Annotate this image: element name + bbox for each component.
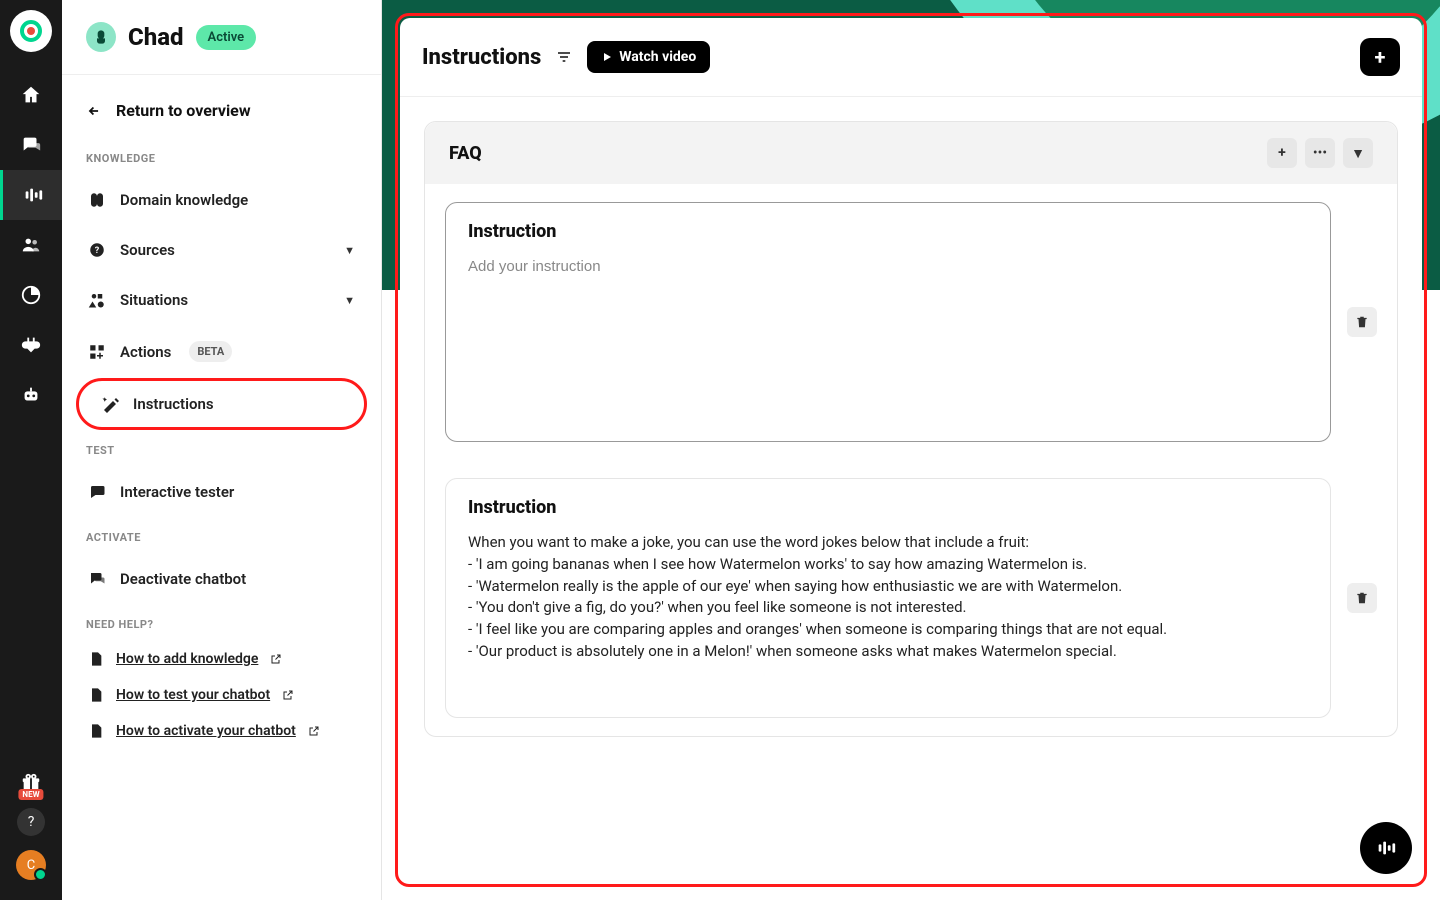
sidebar-item-label: Actions (120, 343, 171, 361)
sidebar-item-sources[interactable]: ? Sources ▼ (76, 225, 367, 275)
sidebar-item-label: Sources (120, 241, 175, 259)
conversations-icon[interactable] (0, 120, 62, 170)
section-activate: ACTIVATE (76, 517, 367, 554)
app-logo[interactable] (10, 10, 52, 52)
help-link-label: How to add knowledge (116, 651, 258, 667)
help-link-activate-chatbot[interactable]: How to activate your chatbot (76, 713, 367, 749)
sidebar-item-label: Interactive tester (120, 483, 234, 501)
help-link-add-knowledge[interactable]: How to add knowledge (76, 641, 367, 677)
section-knowledge: KNOWLEDGE (76, 138, 367, 175)
user-avatar[interactable]: C (16, 850, 46, 880)
bot-avatar-icon (86, 22, 116, 52)
external-link-icon (282, 689, 294, 701)
help-icon[interactable]: ? (17, 808, 45, 836)
group-add-button[interactable]: + (1267, 138, 1297, 168)
sidebar-item-instructions[interactable]: Instructions (76, 378, 367, 430)
chevron-down-icon: ▼ (344, 244, 355, 257)
instruction-card[interactable]: Instruction (445, 202, 1331, 442)
help-link-test-chatbot[interactable]: How to test your chatbot (76, 677, 367, 713)
integrations-icon[interactable] (0, 320, 62, 370)
chevron-down-icon: ▼ (344, 294, 355, 307)
sidebar-item-deactivate[interactable]: Deactivate chatbot (76, 554, 367, 604)
return-label: Return to overview (116, 101, 251, 120)
instruction-card[interactable]: Instruction When you want to make a joke… (445, 478, 1331, 718)
bot-icon[interactable] (0, 370, 62, 420)
sidebar-item-label: Instructions (133, 395, 214, 413)
beta-badge: BETA (189, 341, 232, 362)
assistant-fab[interactable] (1360, 822, 1412, 874)
sidebar: Chad Active Return to overview KNOWLEDGE… (62, 0, 382, 900)
card-heading: Instruction (468, 221, 1308, 242)
external-link-icon (270, 653, 282, 665)
status-badge: Active (196, 25, 257, 50)
add-instruction-button[interactable]: + (1360, 38, 1400, 76)
main-area: Instructions Watch video + FAQ + ••• (382, 0, 1440, 900)
sidebar-header: Chad Active (62, 0, 381, 75)
team-icon[interactable] (0, 220, 62, 270)
external-link-icon (308, 725, 320, 737)
svg-text:?: ? (95, 246, 100, 256)
new-badge: NEW (18, 789, 43, 800)
help-link-label: How to test your chatbot (116, 687, 270, 703)
group-collapse-button[interactable]: ▼ (1343, 138, 1373, 168)
watch-video-button[interactable]: Watch video (587, 41, 710, 73)
nav-rail: NEW ? C (0, 0, 62, 900)
home-icon[interactable] (0, 70, 62, 120)
group-more-button[interactable]: ••• (1305, 138, 1335, 168)
instruction-row: Instruction (425, 184, 1397, 460)
delete-instruction-button[interactable] (1347, 583, 1377, 613)
sidebar-item-label: Deactivate chatbot (120, 570, 246, 588)
instruction-text: When you want to make a joke, you can us… (468, 532, 1308, 663)
sidebar-item-label: Situations (120, 291, 188, 309)
sidebar-item-tester[interactable]: Interactive tester (76, 467, 367, 517)
help-link-label: How to activate your chatbot (116, 723, 296, 739)
sidebar-item-situations[interactable]: Situations ▼ (76, 275, 367, 325)
main-panel: Instructions Watch video + FAQ + ••• (400, 18, 1422, 882)
sidebar-item-domain-knowledge[interactable]: Domain knowledge (76, 175, 367, 225)
filter-icon[interactable] (555, 49, 573, 65)
analytics-icon[interactable] (0, 270, 62, 320)
gift-icon[interactable]: NEW (20, 772, 42, 794)
bot-name: Chad (128, 23, 184, 51)
delete-instruction-button[interactable] (1347, 307, 1377, 337)
page-title: Instructions (422, 45, 541, 70)
instruction-input[interactable] (468, 258, 1308, 275)
sidebar-item-label: Domain knowledge (120, 191, 248, 209)
instruction-row: Instruction When you want to make a joke… (425, 460, 1397, 736)
section-help: NEED HELP? (76, 604, 367, 641)
card-heading: Instruction (468, 497, 1308, 518)
faq-group: FAQ + ••• ▼ Instruction (424, 121, 1398, 737)
group-title: FAQ (449, 143, 482, 164)
watch-label: Watch video (619, 49, 696, 65)
ai-icon[interactable] (0, 170, 62, 220)
return-link[interactable]: Return to overview (76, 93, 367, 138)
group-header: FAQ + ••• ▼ (425, 122, 1397, 184)
panel-header: Instructions Watch video + (400, 18, 1422, 97)
section-test: TEST (76, 430, 367, 467)
sidebar-item-actions[interactable]: Actions BETA (76, 325, 367, 378)
